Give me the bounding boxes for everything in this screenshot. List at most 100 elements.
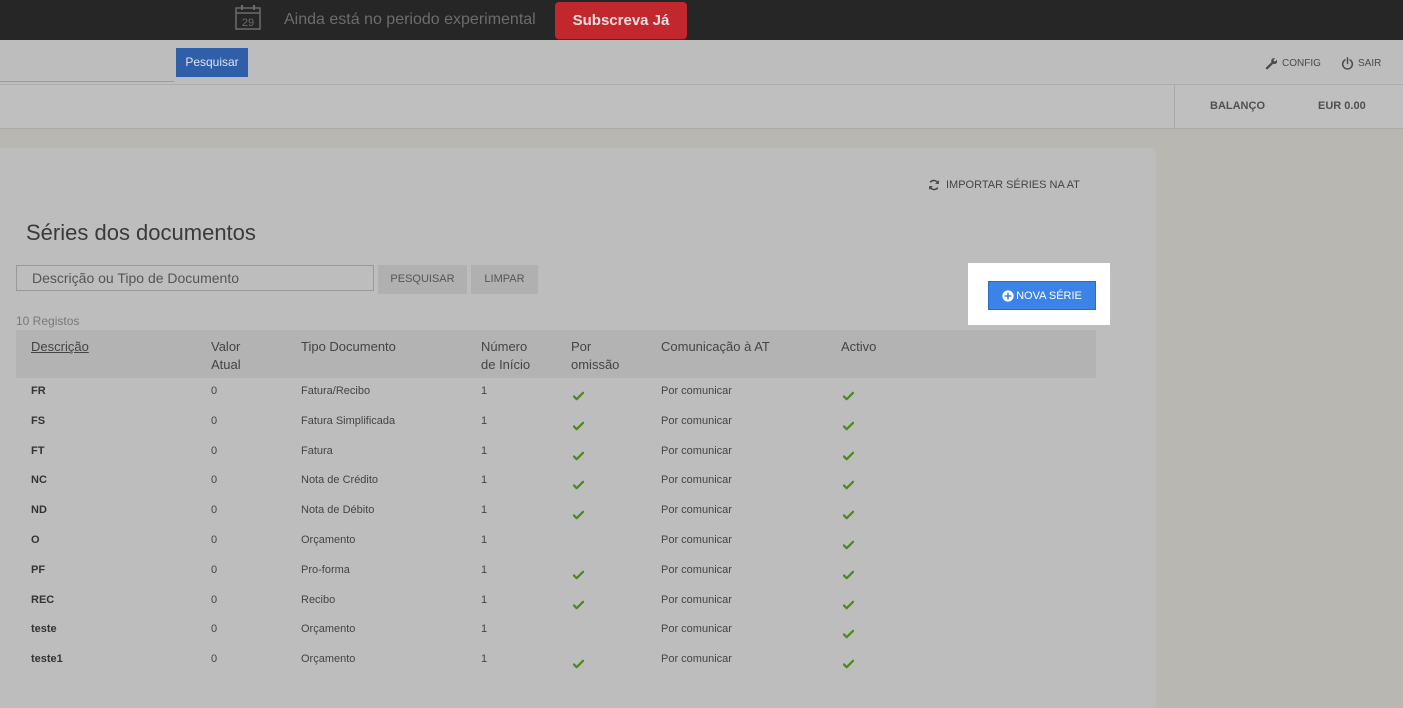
- header-doc-type: Tipo Documento: [301, 339, 396, 354]
- check-icon: [572, 448, 585, 460]
- cell-code[interactable]: FS: [31, 415, 45, 427]
- table-row[interactable]: PF 0 Pro-forma 1 Por comunicar: [16, 558, 1096, 588]
- check-icon: [842, 388, 855, 401]
- search-button[interactable]: PESQUISAR: [378, 265, 467, 294]
- new-series-highlight: NOVA SÉRIE: [968, 263, 1110, 325]
- cell-at-communication: Por comunicar: [661, 653, 732, 666]
- table-row[interactable]: NC 0 Nota de Crédito 1 Por comunicar: [16, 468, 1096, 498]
- cell-current-value: 0: [211, 414, 218, 427]
- cell-current-value: 0: [211, 534, 218, 546]
- cell-code[interactable]: FT: [31, 445, 44, 457]
- plus-circle-icon: [1002, 289, 1014, 302]
- cell-doc-type: Nota de Débito: [301, 504, 375, 517]
- cell-current-value: 0: [211, 653, 218, 666]
- global-search-input[interactable]: [0, 81, 174, 82]
- subscribe-button[interactable]: Subscreva Já: [555, 2, 687, 39]
- check-icon: [572, 477, 585, 490]
- logout-label: SAIR: [1358, 58, 1382, 69]
- cell-code[interactable]: ND: [31, 504, 47, 516]
- cell-start-number: 1: [481, 474, 488, 487]
- clear-button[interactable]: LIMPAR: [471, 265, 538, 294]
- cell-at-communication: Por comunicar: [661, 563, 732, 576]
- cell-code[interactable]: teste: [31, 623, 57, 635]
- logout-link[interactable]: SAIR: [1341, 57, 1381, 70]
- cell-current-value: 0: [211, 444, 218, 457]
- table-row[interactable]: teste1 0 Orçamento 1 Por comunicar: [16, 647, 1096, 677]
- cell-doc-type: Orçamento: [301, 623, 356, 636]
- new-series-label: NOVA SÉRIE: [1016, 289, 1082, 302]
- cell-at-communication: Por comunicar: [661, 385, 732, 397]
- cell-start-number: 1: [481, 414, 488, 427]
- header-at-communication: Comunicação à AT: [661, 339, 770, 354]
- cell-code[interactable]: PF: [31, 564, 45, 576]
- cell-start-number: 1: [481, 534, 488, 546]
- global-search-button[interactable]: Pesquisar: [176, 48, 248, 77]
- cell-start-number: 1: [481, 385, 488, 397]
- table-header: Descrição Valor Atual Tipo Documento Núme…: [16, 330, 1096, 378]
- header-description[interactable]: Descrição: [31, 338, 89, 356]
- table-row[interactable]: O 0 Orçamento 1 Por comunicar: [16, 528, 1096, 558]
- check-icon: [572, 597, 585, 609]
- import-series-label: IMPORTAR SÉRIES NA AT: [946, 179, 1080, 191]
- cell-at-communication: Por comunicar: [661, 623, 732, 636]
- cell-code[interactable]: REC: [31, 594, 54, 606]
- cell-at-communication: Por comunicar: [661, 414, 732, 427]
- cell-doc-type: Nota de Crédito: [301, 474, 379, 487]
- refresh-icon: [929, 179, 939, 191]
- check-icon: [572, 567, 585, 580]
- check-icon: [842, 418, 855, 431]
- cell-start-number: 1: [481, 593, 488, 606]
- header-nav: Pesquisar CONFIG SAIR: [0, 40, 1403, 85]
- wrench-icon: [1265, 58, 1278, 70]
- cell-code[interactable]: teste1: [31, 653, 63, 665]
- cell-code[interactable]: NC: [31, 474, 47, 486]
- series-search-input[interactable]: [16, 265, 374, 291]
- check-icon: [842, 448, 855, 460]
- cell-at-communication: Por comunicar: [661, 474, 732, 487]
- new-series-button[interactable]: NOVA SÉRIE: [988, 281, 1096, 310]
- record-count: 10 Registos: [16, 314, 80, 328]
- series-card: IMPORTAR SÉRIES NA AT Séries dos documen…: [0, 148, 1156, 708]
- page-title: Séries dos documentos: [26, 220, 256, 245]
- power-icon: [1341, 57, 1354, 70]
- table-row[interactable]: REC 0 Recibo 1 Por comunicar: [16, 588, 1096, 618]
- check-icon: [842, 477, 855, 490]
- import-series-link[interactable]: IMPORTAR SÉRIES NA AT: [928, 179, 1080, 191]
- balance-label: BALANÇO: [1210, 100, 1265, 112]
- cell-start-number: 1: [481, 623, 488, 636]
- check-icon: [572, 507, 585, 520]
- balance-divider: [1174, 85, 1175, 128]
- calendar-day: 29: [242, 17, 254, 29]
- cell-current-value: 0: [211, 563, 218, 576]
- check-icon: [842, 656, 855, 669]
- cell-start-number: 1: [481, 444, 488, 457]
- table-row[interactable]: FR 0 Fatura/Recibo 1 Por comunicar: [16, 379, 1096, 409]
- header-default: Por omissão: [571, 339, 620, 372]
- table-row[interactable]: FS 0 Fatura Simplificada 1 Por comunicar: [16, 409, 1096, 439]
- config-link[interactable]: CONFIG: [1265, 57, 1321, 70]
- cell-code[interactable]: FR: [31, 385, 46, 397]
- cell-current-value: 0: [211, 385, 218, 397]
- config-label: CONFIG: [1282, 58, 1321, 69]
- cell-at-communication: Por comunicar: [661, 534, 732, 546]
- check-icon: [572, 418, 585, 431]
- table-row[interactable]: ND 0 Nota de Débito 1 Por comunicar: [16, 498, 1096, 528]
- trial-bar: 29 Ainda está no periodo experimental Su…: [0, 0, 1403, 40]
- check-icon: [842, 626, 855, 639]
- cell-current-value: 0: [211, 504, 218, 517]
- cell-current-value: 0: [211, 593, 218, 606]
- cell-at-communication: Por comunicar: [661, 444, 732, 457]
- cell-doc-type: Fatura: [301, 444, 333, 457]
- trial-message: Ainda está no periodo experimental: [284, 11, 536, 28]
- header-active: Activo: [841, 339, 877, 354]
- check-icon: [842, 597, 855, 609]
- table-row[interactable]: teste 0 Orçamento 1 Por comunicar: [16, 617, 1096, 647]
- cell-doc-type: Pro-forma: [301, 563, 350, 576]
- check-icon: [572, 388, 585, 401]
- header-start-number: Número de Início: [481, 339, 531, 372]
- cell-code[interactable]: O: [31, 534, 40, 546]
- check-icon: [842, 507, 855, 520]
- cell-doc-type: Orçamento: [301, 653, 356, 666]
- table-row[interactable]: FT 0 Fatura 1 Por comunicar: [16, 439, 1096, 469]
- header-current-value: Valor Atual: [211, 339, 241, 372]
